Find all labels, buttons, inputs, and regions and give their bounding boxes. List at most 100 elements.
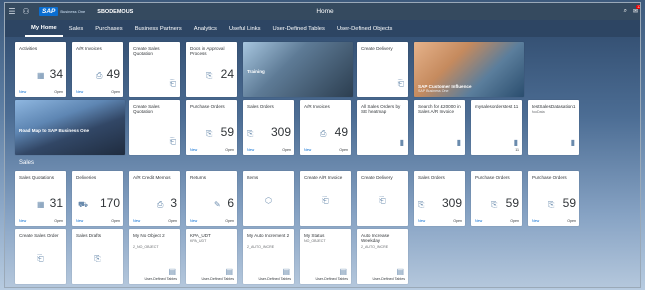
- document-icon: ⎘: [491, 200, 498, 209]
- table-icon: ▤: [282, 267, 290, 276]
- tile-title: Items: [247, 175, 259, 180]
- tab-user-defined-objects[interactable]: User-Defined Objects: [331, 20, 398, 37]
- company-name: SBODEMOUS: [97, 8, 134, 15]
- new-link[interactable]: New: [19, 90, 26, 94]
- new-link[interactable]: New: [190, 148, 197, 152]
- new-link[interactable]: New: [475, 219, 482, 223]
- tile-ar-invoices-2[interactable]: A/R Invoices ⎙ 49 New Open: [300, 100, 351, 155]
- tab-user-defined-tables[interactable]: User-Defined Tables: [267, 20, 331, 37]
- tab-useful-links[interactable]: Useful Links: [223, 20, 267, 37]
- tile-caption: Training: [247, 69, 265, 74]
- bookmark-icon: ▮: [399, 138, 404, 147]
- tile-create-ar-invoice[interactable]: Create A/R Invoice ⎗: [300, 171, 351, 226]
- table-icon: ▤: [396, 267, 404, 276]
- tile-create-delivery-2[interactable]: Create Delivery ⎗: [357, 171, 408, 226]
- tab-purchases[interactable]: Purchases: [89, 20, 128, 37]
- tile-title: Activities: [19, 46, 38, 51]
- delivery-add-icon: ⎗: [379, 196, 386, 205]
- open-label: Open: [567, 219, 576, 223]
- document-add-icon: ⎗: [322, 196, 329, 205]
- tile-create-sales-quotation[interactable]: Create Sales Quotation ⎗: [129, 42, 180, 97]
- tile-sales-orders-2[interactable]: Sales Orders ⎘ 309 New Open: [414, 171, 465, 226]
- tile-title: mysalesorderstest 11: [475, 104, 519, 109]
- tile-deliveries[interactable]: Deliveries ⛟ 170 New Open: [72, 171, 123, 226]
- tile-auto-increase-weekday[interactable]: Auto Increase Weekday 2_AUTO_INCRE ▤ Use…: [357, 229, 408, 284]
- tile-create-sales-quotation-2[interactable]: Create Sales Quotation ⎗: [129, 100, 180, 155]
- tile-my-status[interactable]: My Status NO_OBJECT ▤ User-Defined Table…: [300, 229, 351, 284]
- tile-footer: User-Defined Tables: [201, 277, 235, 281]
- tile-subtitle: 2_AUTO_INCRE: [247, 245, 275, 249]
- tile-create-delivery[interactable]: Create Delivery ⎗: [357, 42, 408, 97]
- tile-mysalesorderstest[interactable]: mysalesorderstest 11 ▮ 11: [471, 100, 522, 155]
- bookmark-icon: ▮: [456, 138, 461, 147]
- tile-ar-credit-memos[interactable]: A/R Credit Memos ⎙ 3 New Open: [129, 171, 180, 226]
- new-link[interactable]: New: [532, 219, 539, 223]
- tab-my-home[interactable]: My Home: [25, 20, 63, 37]
- sap-logo: SAP: [39, 7, 59, 16]
- tile-title: KPA_UDT: [190, 233, 211, 238]
- search-icon[interactable]: ⌕: [624, 8, 627, 15]
- document-icon: ⎘: [206, 71, 213, 80]
- new-link[interactable]: New: [304, 148, 311, 152]
- invoice-icon: ⎙: [96, 71, 103, 80]
- tile-title: Create Delivery: [361, 46, 393, 51]
- tile-sales-orders[interactable]: Sales Orders ⎘ 309 New Open: [243, 100, 294, 155]
- tile-purchase-orders[interactable]: Purchase Orders ⎘ 59 New Open: [186, 100, 237, 155]
- new-link[interactable]: New: [19, 219, 26, 223]
- tile-activities[interactable]: Activities ▦ 34 New Open: [15, 42, 66, 97]
- tile-title: Deliveries: [76, 175, 97, 180]
- tab-business-partners[interactable]: Business Partners: [129, 20, 188, 37]
- tile-title: My Status: [304, 233, 325, 238]
- table-icon: ▤: [225, 267, 233, 276]
- tab-analytics[interactable]: Analytics: [188, 20, 223, 37]
- tile-subtitle: NO_OBJECT: [304, 239, 326, 243]
- tile-customer-influence[interactable]: SAP Customer Influence SAP Business One: [414, 42, 524, 97]
- open-label: Open: [111, 219, 120, 223]
- tile-title: Sales Drafts: [76, 233, 102, 238]
- open-label: Open: [510, 219, 519, 223]
- new-link[interactable]: New: [247, 148, 254, 152]
- open-label: Open: [111, 90, 120, 94]
- new-link[interactable]: New: [76, 90, 83, 94]
- tile-kpa-udt[interactable]: KPA_UDT KPA_UDT ▤ User-Defined Tables: [186, 229, 237, 284]
- tile-value: 49: [106, 67, 120, 81]
- drafts-icon: ⎘: [94, 254, 101, 263]
- tile-subtitle: 2_NO_OBJECT: [133, 245, 159, 249]
- tile-create-sales-order[interactable]: Create Sales Order ⎗: [15, 229, 66, 284]
- tile-sales-drafts[interactable]: Sales Drafts ⎘: [72, 229, 123, 284]
- new-link[interactable]: New: [418, 219, 425, 223]
- tile-sales-quotations[interactable]: Sales Quotations ▦ 31 New Open: [15, 171, 66, 226]
- notifications-icon[interactable]: ✉ 17: [633, 5, 640, 15]
- tile-items[interactable]: Items ⬡: [243, 171, 294, 226]
- tab-sales[interactable]: Sales: [63, 20, 90, 37]
- tile-my-no-object[interactable]: My No Object 2 2_NO_OBJECT ▤ User-Define…: [129, 229, 180, 284]
- new-link[interactable]: New: [133, 219, 140, 223]
- tile-testsales[interactable]: testSalesDatasation1 fooData ▮: [528, 100, 579, 155]
- tile-title: Create Sales Quotation: [133, 46, 160, 57]
- tile-purchase-orders-2[interactable]: Purchase Orders ⎘ 59 New Open: [471, 171, 522, 226]
- tile-docs-approval[interactable]: Docs in Approval Process ⎘ 24: [186, 42, 237, 97]
- tile-subcaption: SAP Business One: [418, 89, 449, 93]
- tile-title: Create Sales Order: [19, 233, 59, 238]
- tile-title: Purchase Orders: [475, 175, 510, 180]
- menu-icon[interactable]: ☰: [5, 3, 19, 20]
- tile-title: Sales Orders: [247, 104, 274, 109]
- tile-ar-invoices[interactable]: A/R Invoices ⎙ 49 New Open: [72, 42, 123, 97]
- tile-all-sales-orders-heatmap[interactable]: All Sales Orders by SE heatmap ▮: [357, 100, 408, 155]
- page-title: Home: [316, 8, 334, 15]
- user-icon[interactable]: ⚇: [19, 3, 33, 20]
- document-add-icon: ⎗: [169, 79, 176, 88]
- new-link[interactable]: New: [190, 219, 197, 223]
- open-label: Open: [168, 219, 177, 223]
- tile-purchase-orders-3[interactable]: Purchase Orders ⎘ 59 New Open: [528, 171, 579, 226]
- bookmark-icon: ▮: [513, 138, 518, 147]
- tile-footer: User-Defined Tables: [258, 277, 292, 281]
- tile-returns[interactable]: Returns ✎ 6 New Open: [186, 171, 237, 226]
- tile-title: A/R Invoices: [76, 46, 102, 51]
- tile-search-ar-invoice[interactable]: Search for £20000 in Sales A/R Invoice ▮: [414, 100, 465, 155]
- tile-road-map[interactable]: Road Map to SAP Business One: [15, 100, 125, 155]
- new-link[interactable]: New: [76, 219, 83, 223]
- tile-my-auto-increment[interactable]: My Auto Increment 2 2_AUTO_INCRE ▤ User-…: [243, 229, 294, 284]
- items-icon: ⬡: [265, 196, 272, 205]
- tile-training[interactable]: Training: [243, 42, 353, 97]
